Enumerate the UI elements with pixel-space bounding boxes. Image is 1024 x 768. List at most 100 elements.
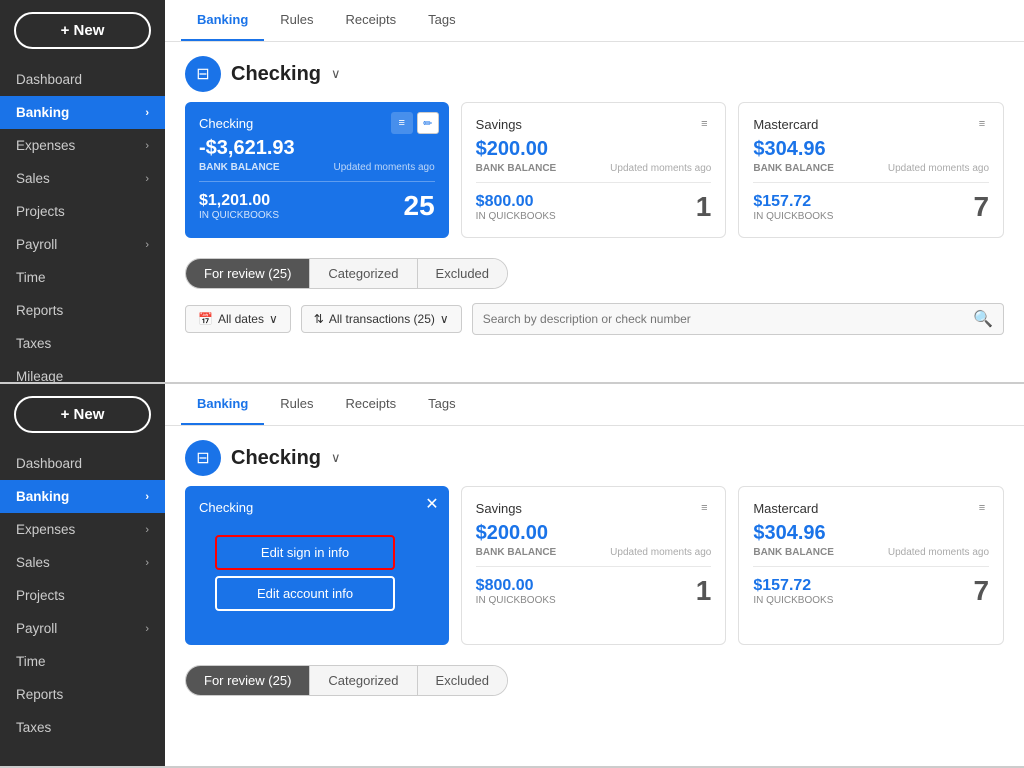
- tab-rules-top[interactable]: Rules: [264, 0, 329, 41]
- card-qb-label-mastercard: IN QUICKBOOKS: [753, 211, 833, 222]
- account-dropdown-top[interactable]: ∨: [331, 66, 341, 82]
- top-filter-row: For review (25) Categorized Excluded: [165, 250, 1024, 297]
- card-close-button[interactable]: ✕: [425, 494, 438, 514]
- top-new-button[interactable]: + New: [14, 12, 151, 49]
- bottom-filter-row: For review (25) Categorized Excluded: [165, 657, 1024, 704]
- card-bank-balance-savings: $200.00: [476, 138, 712, 161]
- top-account-header: ⊟ Checking ∨: [165, 42, 1024, 102]
- card-menu-icon-savings[interactable]: ≡: [693, 113, 715, 135]
- card-bank-balance-savings-bottom: $200.00: [476, 522, 712, 545]
- bottom-sidebar-item-time[interactable]: Time: [0, 645, 165, 678]
- bottom-tabs: Banking Rules Receipts Tags: [165, 384, 1024, 426]
- top-panel: + New Dashboard Banking › Expenses › Sal…: [0, 0, 1024, 384]
- card-mastercard-top: ≡ Mastercard $304.96 BANK BALANCE Update…: [738, 102, 1004, 238]
- account-title-bottom: Checking: [231, 447, 321, 470]
- card-qb-amount-mastercard: $157.72: [753, 193, 833, 211]
- sidebar-item-dashboard[interactable]: Dashboard: [0, 63, 165, 96]
- sidebar-item-reports[interactable]: Reports: [0, 294, 165, 327]
- tab-tags-top[interactable]: Tags: [412, 0, 471, 41]
- top-tabs: Banking Rules Receipts Tags: [165, 0, 1024, 42]
- edit-sign-in-button[interactable]: Edit sign in info: [215, 535, 395, 570]
- card-updated-savings: Updated moments ago: [610, 163, 711, 174]
- card-icons-savings: ≡: [693, 113, 715, 135]
- account-title-top: Checking: [231, 63, 321, 86]
- tab-receipts-top[interactable]: Receipts: [330, 0, 413, 41]
- card-icons-mastercard-bottom: ≡: [971, 497, 993, 519]
- card-qb-label-savings-bottom: IN QUICKBOOKS: [476, 595, 556, 606]
- sidebar-item-sales[interactable]: Sales ›: [0, 162, 165, 195]
- card-bank-balance-checking: -$3,621.93: [199, 137, 435, 160]
- card-menu-icon[interactable]: ≡: [391, 112, 413, 134]
- card-checking-bottom: ✕ Checking Edit sign in info Edit accoun…: [185, 486, 449, 645]
- card-savings-bottom: ≡ Savings $200.00 BANK BALANCE Updated m…: [461, 486, 727, 645]
- top-main: Banking Rules Receipts Tags ⊟ Checking ∨…: [165, 0, 1024, 382]
- account-dropdown-bottom[interactable]: ∨: [331, 450, 341, 466]
- sales-chevron: ›: [145, 173, 149, 185]
- card-icons-checking: ≡ ✏: [391, 112, 439, 134]
- bottom-main: Banking Rules Receipts Tags ⊟ Checking ∨…: [165, 384, 1024, 766]
- search-box-top[interactable]: 🔍: [472, 303, 1004, 335]
- top-cards-row: ≡ ✏ Checking -$3,621.93 BANK BALANCE Upd…: [165, 102, 1024, 250]
- bottom-sidebar-item-payroll[interactable]: Payroll ›: [0, 612, 165, 645]
- card-qb-amount-savings: $800.00: [476, 193, 556, 211]
- card-bank-label-savings-bottom: BANK BALANCE: [476, 547, 557, 558]
- card-edit-icon[interactable]: ✏: [417, 112, 439, 134]
- expenses-chevron: ›: [145, 140, 149, 152]
- bottom-expenses-chevron: ›: [145, 524, 149, 536]
- search-icon: 🔍: [973, 309, 993, 329]
- filter-categorized-bottom[interactable]: Categorized: [310, 666, 417, 695]
- card-qb-amount-savings-bottom: $800.00: [476, 577, 556, 595]
- sidebar-item-banking[interactable]: Banking ›: [0, 96, 165, 129]
- filter-excluded-bottom[interactable]: Excluded: [418, 666, 507, 695]
- bottom-sidebar-item-reports[interactable]: Reports: [0, 678, 165, 711]
- card-title-mastercard-bottom: Mastercard: [753, 501, 989, 516]
- tab-rules-bottom[interactable]: Rules: [264, 384, 329, 425]
- bottom-sidebar-item-dashboard[interactable]: Dashboard: [0, 447, 165, 480]
- sidebar-item-taxes[interactable]: Taxes: [0, 327, 165, 360]
- card-bank-label-mastercard: BANK BALANCE: [753, 163, 834, 174]
- card-qb-label-savings: IN QUICKBOOKS: [476, 211, 556, 222]
- card-qb-amount-checking: $1,201.00: [199, 192, 279, 210]
- tx-chevron: ∨: [440, 312, 449, 326]
- sidebar-item-projects[interactable]: Projects: [0, 195, 165, 228]
- filter-categorized-top[interactable]: Categorized: [310, 259, 417, 288]
- filter-for-review-bottom[interactable]: For review (25): [186, 666, 310, 695]
- bottom-banking-chevron: ›: [145, 491, 149, 503]
- search-input-top[interactable]: [483, 312, 973, 326]
- card-icons-mastercard: ≡: [971, 113, 993, 135]
- card-updated-mastercard-bottom: Updated moments ago: [888, 547, 989, 558]
- bottom-sidebar-item-banking[interactable]: Banking ›: [0, 480, 165, 513]
- card-count-mastercard-bottom: 7: [973, 575, 989, 607]
- bottom-sidebar-item-expenses[interactable]: Expenses ›: [0, 513, 165, 546]
- calendar-icon: 📅: [198, 312, 213, 326]
- transactions-filter-btn[interactable]: ⇅ All transactions (25) ∨: [301, 305, 462, 333]
- tab-receipts-bottom[interactable]: Receipts: [330, 384, 413, 425]
- edit-account-info-button[interactable]: Edit account info: [215, 576, 395, 611]
- card-menu-icon-mastercard[interactable]: ≡: [971, 113, 993, 135]
- bottom-sidebar: + New Dashboard Banking › Expenses › Sal…: [0, 384, 165, 766]
- sidebar-item-expenses[interactable]: Expenses ›: [0, 129, 165, 162]
- card-bank-label-checking: BANK BALANCE: [199, 162, 280, 173]
- sidebar-item-time[interactable]: Time: [0, 261, 165, 294]
- card-title-savings: Savings: [476, 117, 712, 132]
- calendar-filter-btn[interactable]: 📅 All dates ∨: [185, 305, 291, 333]
- tab-banking-bottom[interactable]: Banking: [181, 384, 264, 425]
- bottom-sidebar-item-projects[interactable]: Projects: [0, 579, 165, 612]
- card-count-savings-bottom: 1: [696, 575, 712, 607]
- filter-for-review-top[interactable]: For review (25): [186, 259, 310, 288]
- card-menu-icon-savings-bottom[interactable]: ≡: [693, 497, 715, 519]
- tab-banking-top[interactable]: Banking: [181, 0, 264, 41]
- sidebar-item-payroll[interactable]: Payroll ›: [0, 228, 165, 261]
- top-sidebar: + New Dashboard Banking › Expenses › Sal…: [0, 0, 165, 382]
- tab-tags-bottom[interactable]: Tags: [412, 384, 471, 425]
- bottom-new-button[interactable]: + New: [14, 396, 151, 433]
- card-count-mastercard: 7: [973, 191, 989, 223]
- top-filter-tabs: For review (25) Categorized Excluded: [185, 258, 508, 289]
- card-bank-label-savings: BANK BALANCE: [476, 163, 557, 174]
- bottom-sidebar-item-sales[interactable]: Sales ›: [0, 546, 165, 579]
- bottom-sidebar-item-taxes[interactable]: Taxes: [0, 711, 165, 744]
- card-bank-label-mastercard-bottom: BANK BALANCE: [753, 547, 834, 558]
- card-menu-icon-mastercard-bottom[interactable]: ≡: [971, 497, 993, 519]
- filter-excluded-top[interactable]: Excluded: [418, 259, 507, 288]
- card-updated-mastercard: Updated moments ago: [888, 163, 989, 174]
